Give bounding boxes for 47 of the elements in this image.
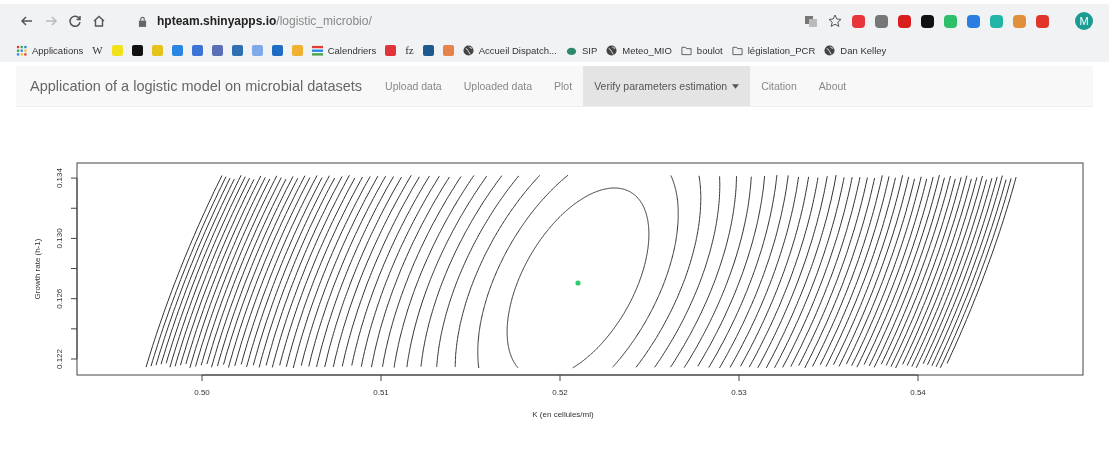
bookmark-item[interactable]: W	[92, 44, 103, 56]
translate-icon[interactable]	[804, 14, 818, 28]
bookmark-item[interactable]: boulot	[680, 44, 723, 56]
bookmark-item[interactable]: législation_PCR	[731, 44, 816, 56]
star-icon[interactable]	[828, 14, 842, 28]
calendar-stripes-icon	[311, 44, 323, 56]
estimate-point	[575, 280, 581, 286]
x-tick-label: 0.51	[373, 388, 389, 397]
bookmark-item[interactable]: fz	[405, 44, 414, 56]
lock-icon	[138, 15, 147, 27]
nav-tab[interactable]: Uploaded data	[452, 66, 544, 106]
nav-tab[interactable]: Verify parameters estimation	[583, 66, 751, 106]
bookmark-item[interactable]: Dan Kelley	[824, 44, 887, 56]
globe-icon	[462, 44, 474, 56]
y-tick-label: 0.126	[55, 288, 64, 309]
bookmark-item[interactable]: Calendriers	[311, 44, 377, 56]
app-title: Application of a logistic model on microbial datasets	[29, 77, 364, 96]
x-tick-label: 0.50	[194, 388, 210, 397]
bookmark-item[interactable]: Applications	[16, 44, 84, 56]
folder-icon	[680, 44, 692, 56]
y-tick-label: 0.122	[55, 349, 64, 369]
nav-tab[interactable]: Citation	[750, 66, 808, 106]
extension-icon[interactable]	[921, 14, 934, 28]
nav-tab[interactable]: Plot	[543, 66, 584, 106]
x-axis-label: K (en cellules/ml)	[532, 410, 594, 419]
home-icon[interactable]	[92, 14, 106, 28]
x-tick-label: 0.54	[910, 388, 926, 397]
apps-grid-icon	[16, 44, 27, 56]
nav-tab[interactable]: Upload data	[374, 66, 453, 106]
folder-icon	[731, 44, 743, 56]
bookmark-icon[interactable]	[422, 44, 434, 56]
bookmark-item[interactable]: Meteo_MIO	[606, 44, 672, 56]
back-arrow-icon[interactable]	[20, 14, 34, 28]
y-axis-label: Growth rate (h-1)	[33, 238, 42, 300]
y-tick-label: 0.134	[55, 168, 64, 189]
globe-icon	[824, 44, 836, 56]
y-tick-label: 0.130	[55, 228, 64, 249]
bookmark-icon[interactable]	[131, 44, 143, 56]
x-tick-label: 0.52	[552, 388, 568, 397]
address-bar[interactable]: hpteam.shinyapps.io/logistic_microbio/	[157, 14, 794, 28]
x-tick-label: 0.53	[731, 388, 747, 397]
bookmark-item[interactable]: Accueil Dispatch...	[462, 44, 557, 56]
globe-icon	[606, 44, 618, 56]
caret-icon	[732, 83, 740, 89]
reload-icon[interactable]	[68, 14, 82, 28]
bookmark-item[interactable]: SIP	[565, 44, 598, 56]
nav-tab[interactable]: About	[807, 66, 858, 106]
